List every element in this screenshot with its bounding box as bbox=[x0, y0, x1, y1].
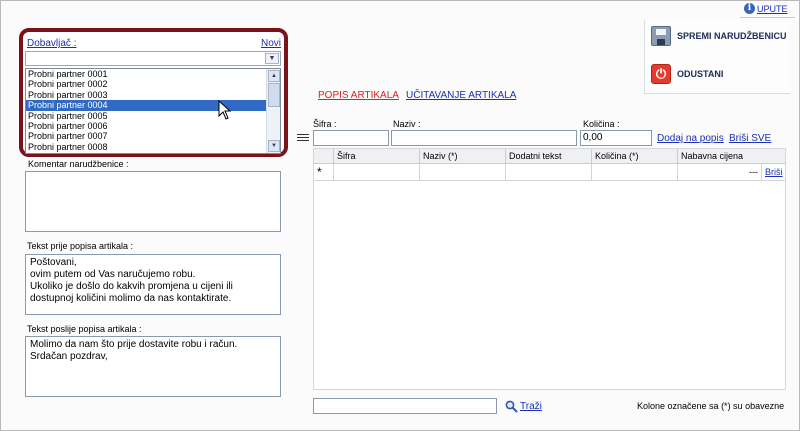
supplier-option[interactable]: Probni partner 0005 bbox=[26, 111, 280, 121]
kolicina-label: Količina : bbox=[583, 119, 620, 129]
column-header-kolicina[interactable]: Količina (*) bbox=[591, 149, 677, 164]
text-after-label: Tekst poslije popisa artikala : bbox=[27, 324, 142, 334]
mouse-pointer-icon bbox=[218, 100, 232, 120]
save-order-button[interactable]: SPREMI NARUDŽBENICU bbox=[651, 26, 787, 46]
grid-header: Šifra Naziv (*) Dodatni tekst Količina (… bbox=[314, 149, 785, 164]
help-label[interactable]: UPUTE bbox=[757, 4, 788, 14]
column-header-sifra[interactable]: Šifra bbox=[333, 149, 419, 164]
naziv-label: Naziv : bbox=[393, 119, 421, 129]
text-before-textarea[interactable]: Poštovani, ovim putem od Vas naručujemo … bbox=[25, 254, 281, 315]
kolicina-input[interactable]: 0,00 bbox=[580, 130, 652, 146]
text-before-label: Tekst prije popisa artikala : bbox=[27, 241, 134, 251]
required-columns-note: Kolone označene sa (*) su obavezne bbox=[637, 401, 785, 411]
action-panel: SPREMI NARUDŽBENICU ⏻ ODUSTANI bbox=[644, 20, 790, 94]
search-input[interactable] bbox=[313, 398, 497, 414]
scroll-up-icon[interactable]: ▲ bbox=[268, 70, 280, 82]
cell-nabavna-cijena: --- bbox=[677, 164, 761, 180]
chevron-down-icon[interactable]: ▼ bbox=[265, 53, 279, 64]
text-after-textarea[interactable]: Molimo da nam što prije dostavite robu i… bbox=[25, 336, 281, 397]
cell-naziv[interactable] bbox=[419, 164, 505, 180]
supplier-dropdown-list[interactable]: Probni partner 0001 Probni partner 0002 Pr… bbox=[25, 68, 281, 154]
column-header-nabavna-cijena[interactable]: Nabavna cijena bbox=[677, 149, 785, 164]
search-icon[interactable] bbox=[505, 400, 518, 413]
cancel-button[interactable]: ⏻ ODUSTANI bbox=[651, 64, 723, 84]
supplier-option[interactable]: Probni partner 0001 bbox=[26, 69, 280, 79]
items-grid: Šifra Naziv (*) Dodatni tekst Količina (… bbox=[313, 148, 786, 390]
help-link[interactable]: i UPUTE bbox=[744, 3, 788, 14]
sifra-label: Šifra : bbox=[313, 119, 337, 129]
save-disk-icon bbox=[651, 26, 671, 46]
supplier-option[interactable]: Probni partner 0003 bbox=[26, 90, 280, 100]
comment-label: Komentar narudžbenice : bbox=[28, 159, 129, 169]
cell-sifra[interactable] bbox=[333, 164, 419, 180]
comment-textarea[interactable] bbox=[25, 171, 281, 232]
supplier-option[interactable]: Probni partner 0002 bbox=[26, 79, 280, 89]
row-delete-cell: Briši bbox=[761, 164, 785, 180]
power-icon: ⏻ bbox=[651, 64, 671, 84]
scroll-thumb[interactable] bbox=[268, 83, 280, 107]
cell-dodatni-tekst[interactable] bbox=[505, 164, 591, 180]
column-header-dodatni-tekst[interactable]: Dodatni tekst bbox=[505, 149, 591, 164]
naziv-input[interactable] bbox=[391, 130, 577, 146]
new-supplier-link[interactable]: Novi bbox=[261, 38, 281, 49]
row-delete-link[interactable]: Briši bbox=[765, 167, 783, 177]
add-to-list-link[interactable]: Dodaj na popis bbox=[657, 133, 724, 144]
tab-items-import[interactable]: UČITAVANJE ARTIKALA bbox=[406, 90, 516, 101]
search-button[interactable]: Traži bbox=[520, 401, 542, 412]
divider bbox=[740, 17, 795, 18]
supplier-label[interactable]: Dobavljač : bbox=[27, 38, 76, 49]
save-order-label: SPREMI NARUDŽBENICU bbox=[677, 31, 787, 41]
table-row-new: * --- Briši bbox=[314, 164, 785, 181]
supplier-option[interactable]: Probni partner 0007 bbox=[26, 131, 280, 141]
supplier-select[interactable]: ▼ bbox=[25, 51, 281, 66]
cell-kolicina[interactable] bbox=[591, 164, 677, 180]
new-row-marker: * bbox=[317, 165, 322, 179]
sifra-input[interactable] bbox=[313, 130, 389, 146]
scroll-down-icon[interactable]: ▼ bbox=[268, 140, 280, 152]
tab-items-list[interactable]: POPIS ARTIKALA bbox=[318, 90, 399, 101]
cancel-label: ODUSTANI bbox=[677, 69, 724, 79]
supplier-option[interactable]: Probni partner 0004 bbox=[26, 100, 280, 111]
delete-all-link[interactable]: Briši SVE bbox=[729, 133, 771, 144]
list-icon[interactable] bbox=[297, 134, 309, 144]
supplier-option[interactable]: Probni partner 0008 bbox=[26, 142, 280, 152]
supplier-option[interactable]: Probni partner 0006 bbox=[26, 121, 280, 131]
supplier-list-scrollbar[interactable]: ▲ ▼ bbox=[266, 69, 280, 153]
info-icon: i bbox=[744, 3, 755, 14]
column-header-naziv[interactable]: Naziv (*) bbox=[419, 149, 505, 164]
